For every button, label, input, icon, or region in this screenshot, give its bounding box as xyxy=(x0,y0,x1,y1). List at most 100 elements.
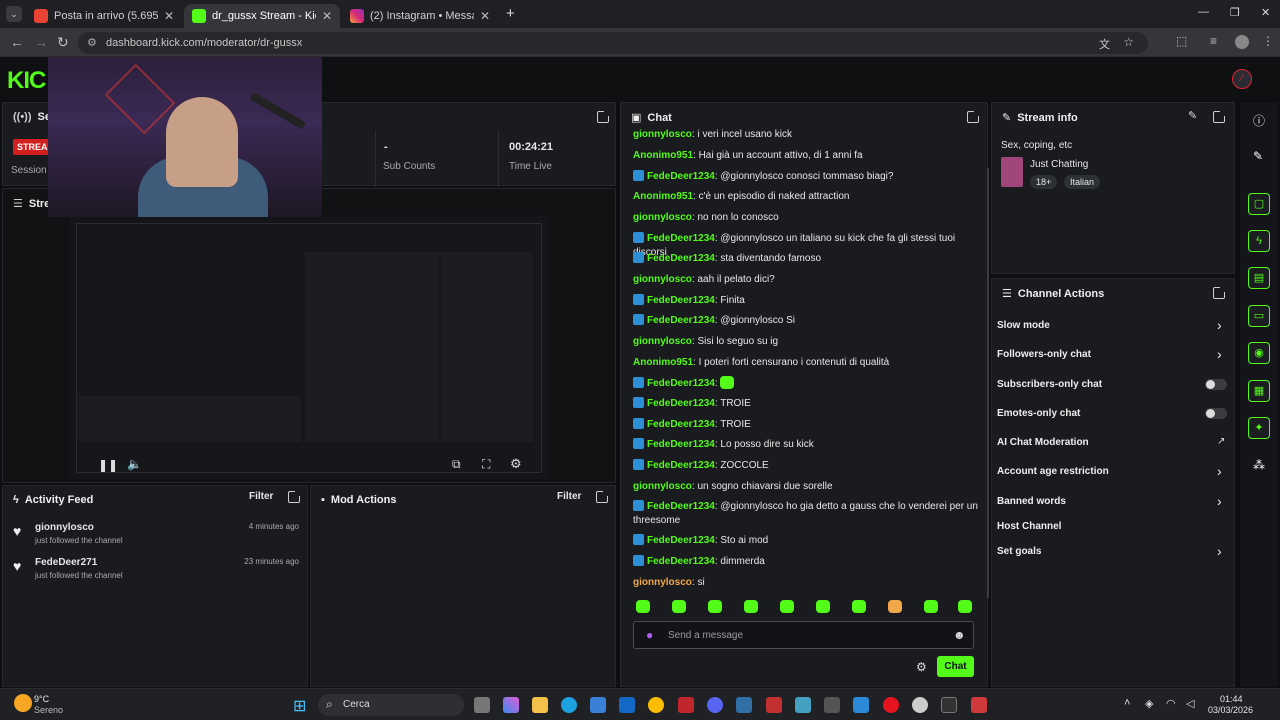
emote-button[interactable] xyxy=(958,600,972,613)
back-icon[interactable]: ← xyxy=(10,34,24,50)
stream-video-player[interactable]: ❚❚ 🔈 ⧉ ⛶ ⚙ xyxy=(70,215,548,479)
filezilla-icon[interactable] xyxy=(678,697,694,713)
chat-username[interactable]: FedeDeer1234 xyxy=(647,439,715,450)
kick-logo[interactable]: KIC xyxy=(7,67,46,95)
terminal-icon[interactable] xyxy=(941,697,957,713)
chat-username[interactable]: Anonimo951 xyxy=(633,357,693,368)
account-age-label[interactable]: Account age restriction xyxy=(997,466,1109,477)
pip-icon[interactable]: ⧉ xyxy=(452,457,461,472)
chat-username[interactable]: gionnylosco xyxy=(633,481,692,492)
chat-username[interactable]: FedeDeer1234 xyxy=(647,460,715,471)
start-menu-icon[interactable]: ⊞ xyxy=(293,696,306,716)
settings-icon[interactable]: ⚙ xyxy=(510,456,522,472)
chat-input[interactable]: ● Send a message ☻ xyxy=(633,621,974,649)
clock-date[interactable]: 03/03/2026 xyxy=(1208,705,1253,715)
chevron-right-icon[interactable]: › xyxy=(1217,493,1222,509)
host-channel-label[interactable]: Host Channel xyxy=(997,521,1061,532)
filter-button[interactable]: Filter xyxy=(557,491,581,502)
slow-mode-label[interactable]: Slow mode xyxy=(997,320,1050,331)
expand-icon[interactable] xyxy=(596,490,609,503)
chat-username[interactable]: FedeDeer1234 xyxy=(647,419,715,430)
copilot-icon[interactable] xyxy=(503,697,519,713)
app-active-icon[interactable] xyxy=(795,697,811,713)
activity-user[interactable]: gionnylosco xyxy=(35,522,94,533)
volume-icon[interactable]: 🔈 xyxy=(127,457,142,471)
list-icon[interactable]: ▤ xyxy=(1248,267,1270,289)
chat-username[interactable]: gionnylosco xyxy=(633,274,692,285)
pause-icon[interactable]: ❚❚ xyxy=(98,458,118,472)
obs-icon[interactable] xyxy=(912,697,928,713)
site-info-icon[interactable]: ⚙ xyxy=(87,36,97,49)
chrome-icon[interactable] xyxy=(648,697,664,713)
expand-icon[interactable] xyxy=(597,110,610,123)
chevron-right-icon[interactable]: › xyxy=(1217,463,1222,479)
banned-words-label[interactable]: Banned words xyxy=(997,496,1066,507)
tray-chevron-icon[interactable]: ˄ xyxy=(1124,697,1130,709)
chat-username[interactable]: FedeDeer1234 xyxy=(647,315,715,326)
file-explorer-icon[interactable] xyxy=(532,697,548,713)
taskbar-search[interactable]: ⌕ Cerca xyxy=(318,694,464,716)
emoji-icon[interactable]: ☻ xyxy=(953,628,966,642)
chat-settings-icon[interactable]: ⚙ xyxy=(916,660,927,674)
chat-scrollbar[interactable] xyxy=(987,168,989,598)
chat-bubble-icon[interactable]: ▭ xyxy=(1248,305,1270,327)
tab-list-button[interactable]: ⌄ xyxy=(6,6,22,22)
emote-button[interactable] xyxy=(780,600,794,613)
expand-icon[interactable] xyxy=(967,110,980,123)
volume-icon[interactable]: ◁ xyxy=(1186,697,1194,710)
address-bar[interactable]: ⚙ dashboard.kick.com/moderator/dr-gussx … xyxy=(78,32,1148,54)
chevron-right-icon[interactable]: › xyxy=(1217,346,1222,362)
emotes-only-toggle[interactable] xyxy=(1205,408,1227,419)
ai-chat-moderation-label[interactable]: AI Chat Moderation xyxy=(997,437,1089,448)
chat-username[interactable]: gionnylosco xyxy=(633,336,692,347)
chat-username[interactable]: FedeDeer1234 xyxy=(647,171,715,182)
pencil-icon[interactable]: ✎ xyxy=(1253,149,1263,163)
reload-icon[interactable]: ↻ xyxy=(57,34,69,51)
widgets-icon[interactable]: ⁂ xyxy=(1253,458,1265,472)
edit-icon[interactable]: ✎ xyxy=(1188,109,1197,122)
extensions-icon[interactable]: ⬚ xyxy=(1176,34,1187,48)
emote-button[interactable] xyxy=(672,600,686,613)
edge-icon[interactable] xyxy=(561,697,577,713)
menu-icon[interactable]: ⋮ xyxy=(1262,34,1274,48)
calculator-icon[interactable] xyxy=(824,697,840,713)
emote-button[interactable] xyxy=(816,600,830,613)
app-l-icon[interactable] xyxy=(736,697,752,713)
browser-tab-instagram[interactable]: (2) Instagram • Messages ✕ xyxy=(342,4,498,28)
emote-button[interactable] xyxy=(852,600,866,613)
vscode-icon[interactable] xyxy=(853,697,869,713)
chat-username[interactable]: FedeDeer1234 xyxy=(647,253,715,264)
moderation-icon[interactable]: ▢ xyxy=(1248,193,1270,215)
browser-tab-gmail[interactable]: Posta in arrivo (5.695) - domeni ✕ xyxy=(26,4,182,28)
emote-button[interactable] xyxy=(708,600,722,613)
expand-icon[interactable] xyxy=(1213,110,1226,123)
chat-username[interactable]: FedeDeer1234 xyxy=(647,295,715,306)
weather-icon[interactable] xyxy=(14,694,32,712)
microphone-icon[interactable]: ● xyxy=(646,628,653,642)
close-icon[interactable]: ✕ xyxy=(164,9,174,23)
send-chat-button[interactable]: Chat xyxy=(937,656,974,677)
app-badge-icon[interactable] xyxy=(971,697,987,713)
task-view-icon[interactable] xyxy=(474,697,490,713)
emote-button[interactable] xyxy=(636,600,650,613)
close-icon[interactable]: ✕ xyxy=(322,9,332,23)
chat-username[interactable]: FedeDeer1234 xyxy=(647,233,715,244)
chat-username[interactable]: Anonimo951 xyxy=(633,191,693,202)
followers-only-label[interactable]: Followers-only chat xyxy=(997,349,1091,360)
emote-button[interactable] xyxy=(744,600,758,613)
chat-username[interactable]: gionnylosco xyxy=(633,212,692,223)
new-tab-button[interactable]: + xyxy=(506,5,515,22)
lightning-icon[interactable]: ϟ xyxy=(1248,230,1270,252)
user-avatar[interactable]: ⁄ xyxy=(1232,69,1252,89)
expand-icon[interactable] xyxy=(1213,286,1226,299)
chat-username[interactable]: FedeDeer1234 xyxy=(647,378,715,389)
outlook-icon[interactable] xyxy=(619,697,635,713)
activity-user[interactable]: FedeDeer271 xyxy=(35,557,97,568)
network-icon[interactable]: ◈ xyxy=(1145,697,1153,710)
emote-button[interactable] xyxy=(924,600,938,613)
set-goals-label[interactable]: Set goals xyxy=(997,546,1041,557)
translate-icon[interactable]: 文 xyxy=(1099,36,1110,52)
media-icon[interactable]: ≡ xyxy=(1210,34,1217,48)
chat-username[interactable]: FedeDeer1234 xyxy=(647,398,715,409)
chat-username[interactable]: Anonimo951 xyxy=(633,150,693,161)
